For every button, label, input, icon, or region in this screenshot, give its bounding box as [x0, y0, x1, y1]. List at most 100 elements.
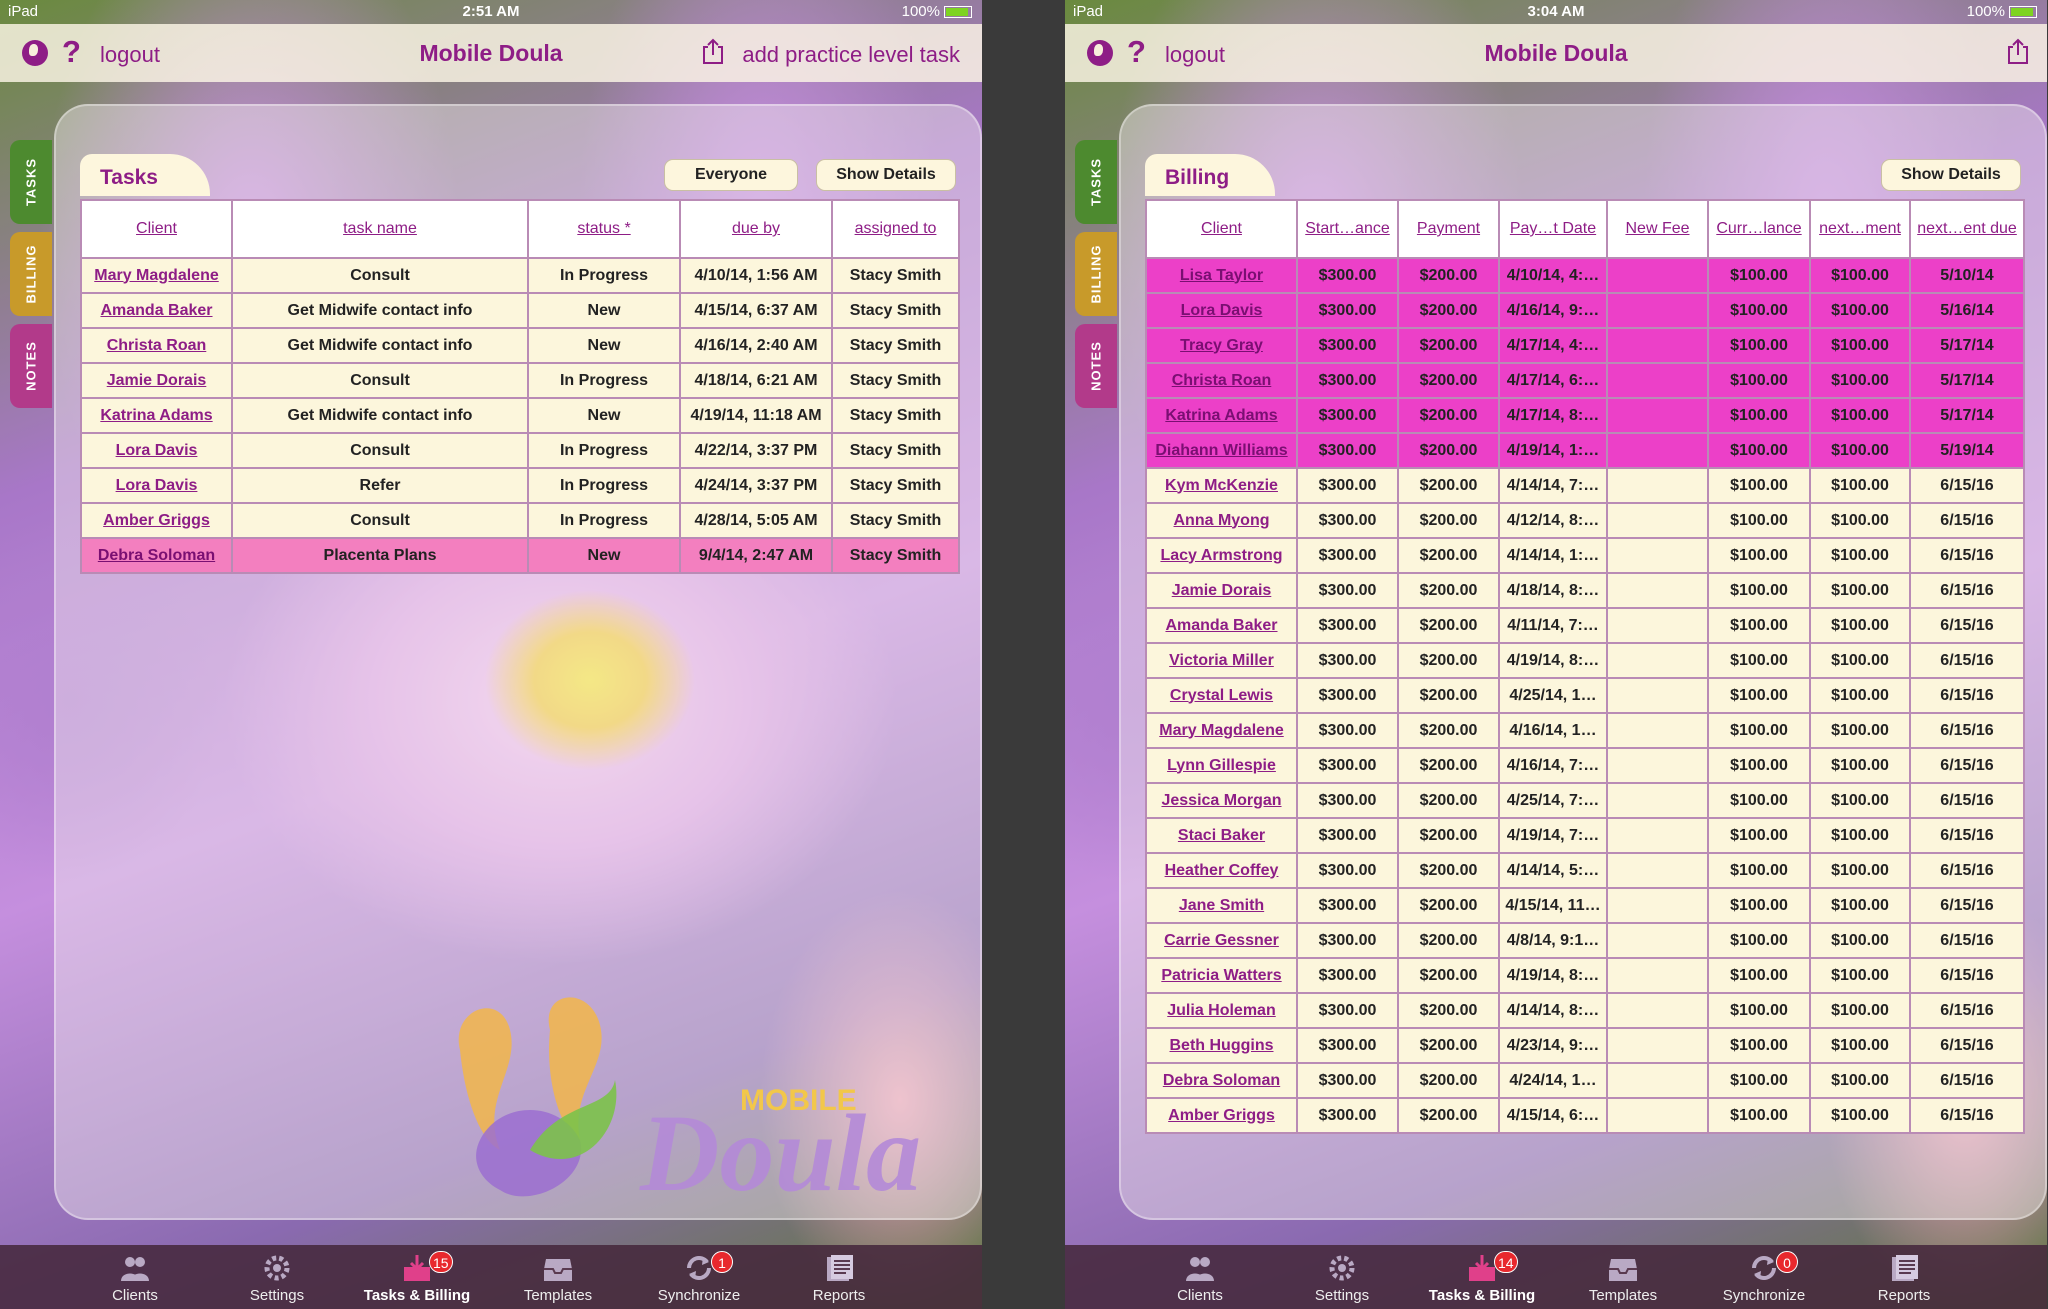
billing-row[interactable]: Carrie Gessner $300.00 $200.00 4/8/14, 9:1…… [1145, 922, 2025, 959]
billing-client-link[interactable]: Christa Roan [1145, 362, 1298, 399]
side-tab-notes[interactable]: NOTES [10, 324, 52, 408]
task-row[interactable]: Debra Soloman Placenta Plans New 9/4/14, 2:… [80, 537, 960, 574]
billing-row[interactable]: Jessica Morgan $300.00 $200.00 4/25/14, 7:…… [1145, 782, 2025, 819]
column-header-status[interactable]: status * [527, 199, 681, 259]
billing-client-link[interactable]: Beth Huggins [1145, 1027, 1298, 1064]
column-header-payment[interactable]: Payment [1397, 199, 1500, 259]
billing-client-link[interactable]: Jane Smith [1145, 887, 1298, 924]
billing-row[interactable]: Jamie Dorais $300.00 $200.00 4/18/14, 8:… $1… [1145, 572, 2025, 609]
task-client-link[interactable]: Amanda Baker [80, 292, 233, 329]
column-header-starting-balance[interactable]: Start…ance [1296, 199, 1399, 259]
show-details-button[interactable]: Show Details [816, 159, 956, 191]
column-header-new-fee[interactable]: New Fee [1606, 199, 1709, 259]
billing-client-link[interactable]: Diahann Williams [1145, 432, 1298, 469]
tab-templates[interactable]: Templates [1563, 1245, 1683, 1309]
tab-settings[interactable]: Settings [1282, 1245, 1402, 1309]
billing-row[interactable]: Staci Baker $300.00 $200.00 4/19/14, 7:… $10… [1145, 817, 2025, 854]
share-icon[interactable] [2007, 38, 2029, 64]
billing-client-link[interactable]: Victoria Miller [1145, 642, 1298, 679]
task-client-link[interactable]: Jamie Dorais [80, 362, 233, 399]
task-row[interactable]: Christa Roan Get Midwife contact info New 4… [80, 327, 960, 364]
billing-row[interactable]: Tracy Gray $300.00 $200.00 4/17/14, 4:… $100… [1145, 327, 2025, 364]
tab-templates[interactable]: Templates [498, 1245, 618, 1309]
billing-client-link[interactable]: Jessica Morgan [1145, 782, 1298, 819]
billing-client-link[interactable]: Amber Griggs [1145, 1097, 1298, 1134]
billing-client-link[interactable]: Mary Magdalene [1145, 712, 1298, 749]
task-client-link[interactable]: Lora Davis [80, 432, 233, 469]
side-tab-tasks[interactable]: TASKS [10, 140, 52, 224]
column-header-due-by[interactable]: due by [679, 199, 833, 259]
billing-row[interactable]: Heather Coffey $300.00 $200.00 4/14/14, 5:…… [1145, 852, 2025, 889]
billing-row[interactable]: Debra Soloman $300.00 $200.00 4/24/14, 1… $1… [1145, 1062, 2025, 1099]
billing-row[interactable]: Amber Griggs $300.00 $200.00 4/15/14, 6:… $1… [1145, 1097, 2025, 1134]
column-header-current-balance[interactable]: Curr…lance [1707, 199, 1811, 259]
billing-client-link[interactable]: Heather Coffey [1145, 852, 1298, 889]
column-header-assigned-to[interactable]: assigned to [831, 199, 960, 259]
billing-client-link[interactable]: Debra Soloman [1145, 1062, 1298, 1099]
column-header-client[interactable]: Client [80, 199, 233, 259]
billing-row[interactable]: Julia Holeman $300.00 $200.00 4/14/14, 8:… $… [1145, 992, 2025, 1029]
billing-client-link[interactable]: Amanda Baker [1145, 607, 1298, 644]
billing-client-link[interactable]: Katrina Adams [1145, 397, 1298, 434]
tab-settings[interactable]: Settings [217, 1245, 337, 1309]
billing-row[interactable]: Jane Smith $300.00 $200.00 4/15/14, 11… $100… [1145, 887, 2025, 924]
billing-row[interactable]: Lynn Gillespie $300.00 $200.00 4/16/14, 7:…… [1145, 747, 2025, 784]
column-header-next-payment-due[interactable]: next…ent due [1909, 199, 2025, 259]
add-practice-task-button[interactable]: add practice level task [742, 42, 960, 68]
column-header-task-name[interactable]: task name [231, 199, 529, 259]
billing-client-link[interactable]: Julia Holeman [1145, 992, 1298, 1029]
tab-tasks-billing[interactable]: Tasks & Billing 15 [357, 1245, 477, 1309]
task-row[interactable]: Lora Davis Refer In Progress 4/24/14, 3:37 … [80, 467, 960, 504]
billing-row[interactable]: Christa Roan $300.00 $200.00 4/17/14, 6:… $1… [1145, 362, 2025, 399]
task-client-link[interactable]: Debra Soloman [80, 537, 233, 574]
task-client-link[interactable]: Katrina Adams [80, 397, 233, 434]
billing-client-link[interactable]: Lacy Armstrong [1145, 537, 1298, 574]
billing-row[interactable]: Mary Magdalene $300.00 $200.00 4/16/14, 1… $… [1145, 712, 2025, 749]
billing-client-link[interactable]: Lynn Gillespie [1145, 747, 1298, 784]
tab-reports[interactable]: Reports [779, 1245, 899, 1309]
tab-clients[interactable]: Clients [75, 1245, 195, 1309]
task-client-link[interactable]: Amber Griggs [80, 502, 233, 539]
billing-row[interactable]: Victoria Miller $300.00 $200.00 4/19/14, 8:… [1145, 642, 2025, 679]
side-tab-notes[interactable]: NOTES [1075, 324, 1117, 408]
task-row[interactable]: Amber Griggs Consult In Progress 4/28/14, 5… [80, 502, 960, 539]
billing-row[interactable]: Anna Myong $300.00 $200.00 4/12/14, 8:… $100… [1145, 502, 2025, 539]
billing-row[interactable]: Kym McKenzie $300.00 $200.00 4/14/14, 7:… $1… [1145, 467, 2025, 504]
tab-synchronize[interactable]: Synchronize 0 [1704, 1245, 1824, 1309]
side-tab-tasks[interactable]: TASKS [1075, 140, 1117, 224]
column-header-next-payment[interactable]: next…ment [1809, 199, 1911, 259]
billing-client-link[interactable]: Carrie Gessner [1145, 922, 1298, 959]
column-header-payment-date[interactable]: Pay…t Date [1498, 199, 1608, 259]
billing-row[interactable]: Crystal Lewis $300.00 $200.00 4/25/14, 1… $1… [1145, 677, 2025, 714]
billing-row[interactable]: Diahann Williams $300.00 $200.00 4/19/14, 1… [1145, 432, 2025, 469]
side-tab-billing[interactable]: BILLING [10, 232, 52, 316]
tab-tasks-billing[interactable]: Tasks & Billing 14 [1422, 1245, 1542, 1309]
task-row[interactable]: Katrina Adams Get Midwife contact info New… [80, 397, 960, 434]
task-client-link[interactable]: Christa Roan [80, 327, 233, 364]
tab-clients[interactable]: Clients [1140, 1245, 1260, 1309]
side-tab-billing[interactable]: BILLING [1075, 232, 1117, 316]
column-header-client[interactable]: Client [1145, 199, 1298, 259]
tab-synchronize[interactable]: Synchronize 1 [639, 1245, 759, 1309]
task-row[interactable]: Jamie Dorais Consult In Progress 4/18/14, 6… [80, 362, 960, 399]
billing-client-link[interactable]: Tracy Gray [1145, 327, 1298, 364]
tab-reports[interactable]: Reports [1844, 1245, 1964, 1309]
show-details-button[interactable]: Show Details [1881, 159, 2021, 191]
share-icon[interactable] [702, 38, 724, 64]
billing-row[interactable]: Katrina Adams $300.00 $200.00 4/17/14, 8:… $… [1145, 397, 2025, 434]
billing-row[interactable]: Lora Davis $300.00 $200.00 4/16/14, 9:… $100… [1145, 292, 2025, 329]
task-client-link[interactable]: Mary Magdalene [80, 257, 233, 294]
billing-row[interactable]: Lacy Armstrong $300.00 $200.00 4/14/14, 1:…… [1145, 537, 2025, 574]
billing-row[interactable]: Patricia Watters $300.00 $200.00 4/19/14, 8… [1145, 957, 2025, 994]
billing-client-link[interactable]: Anna Myong [1145, 502, 1298, 539]
task-row[interactable]: Lora Davis Consult In Progress 4/22/14, 3:3… [80, 432, 960, 469]
billing-client-link[interactable]: Staci Baker [1145, 817, 1298, 854]
billing-client-link[interactable]: Lisa Taylor [1145, 257, 1298, 294]
billing-client-link[interactable]: Lora Davis [1145, 292, 1298, 329]
everyone-button[interactable]: Everyone [664, 159, 798, 191]
billing-client-link[interactable]: Crystal Lewis [1145, 677, 1298, 714]
billing-row[interactable]: Beth Huggins $300.00 $200.00 4/23/14, 9:… $1… [1145, 1027, 2025, 1064]
billing-client-link[interactable]: Kym McKenzie [1145, 467, 1298, 504]
billing-client-link[interactable]: Patricia Watters [1145, 957, 1298, 994]
billing-row[interactable]: Amanda Baker $300.00 $200.00 4/11/14, 7:… $1… [1145, 607, 2025, 644]
